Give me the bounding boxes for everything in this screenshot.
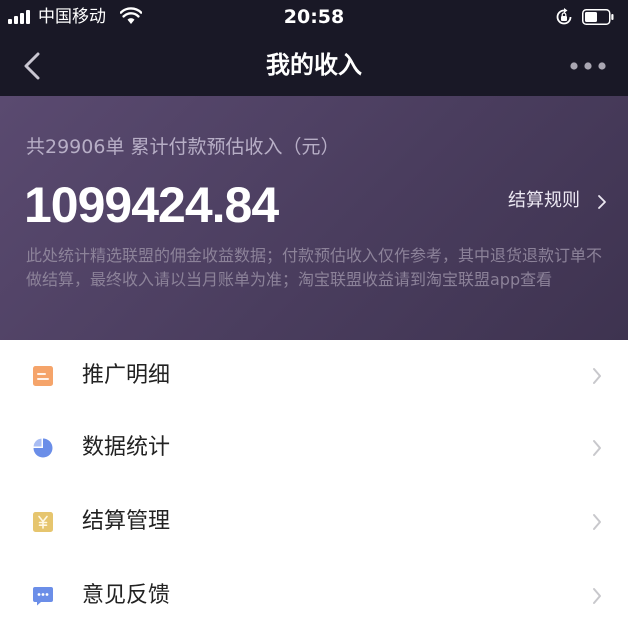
chevron-right-icon[interactable]	[597, 194, 607, 210]
pie-chart-icon	[33, 438, 53, 458]
menu-item-feedback[interactable]: 意见反馈	[0, 560, 628, 632]
status-bar: 中国移动 20:58	[0, 0, 628, 36]
menu-item-label: 结算管理	[82, 509, 171, 534]
income-caption: 共29906单 累计付款预估收入（元）	[26, 136, 340, 158]
menu-item-label: 意见反馈	[82, 583, 171, 608]
chevron-right-icon	[593, 514, 601, 530]
income-amount: 1099424.84	[24, 177, 279, 233]
menu-item-settlement-management[interactable]: 结算管理	[0, 486, 628, 558]
menu-item-data-statistics[interactable]: 数据统计	[0, 412, 628, 484]
battery-icon	[582, 9, 614, 25]
income-summary-card: 共29906单 累计付款预估收入（元） 1099424.84 结算规则 此处统计…	[0, 96, 628, 340]
navigation-bar: 我的收入	[0, 36, 628, 96]
menu-item-promotion-details[interactable]: 推广明细	[0, 340, 628, 412]
menu-item-label: 推广明细	[82, 363, 171, 388]
document-list-icon	[33, 366, 53, 386]
clock: 20:58	[283, 6, 345, 28]
income-disclaimer: 此处统计精选联盟的佣金收益数据；付款预估收入仅作参考，其中退货退款订单不做结算，…	[26, 246, 603, 289]
chevron-right-icon	[593, 368, 601, 384]
more-options-icon[interactable]	[566, 58, 610, 74]
menu-item-label: 数据统计	[82, 435, 171, 460]
page-title: 我的收入	[266, 51, 362, 79]
chevron-right-icon	[593, 440, 601, 456]
settlement-rules-link[interactable]: 结算规则	[508, 188, 580, 214]
rotation-lock-icon	[556, 8, 572, 25]
yuan-icon	[33, 512, 53, 532]
chat-bubble-icon	[33, 587, 53, 606]
chevron-right-icon	[593, 588, 601, 604]
